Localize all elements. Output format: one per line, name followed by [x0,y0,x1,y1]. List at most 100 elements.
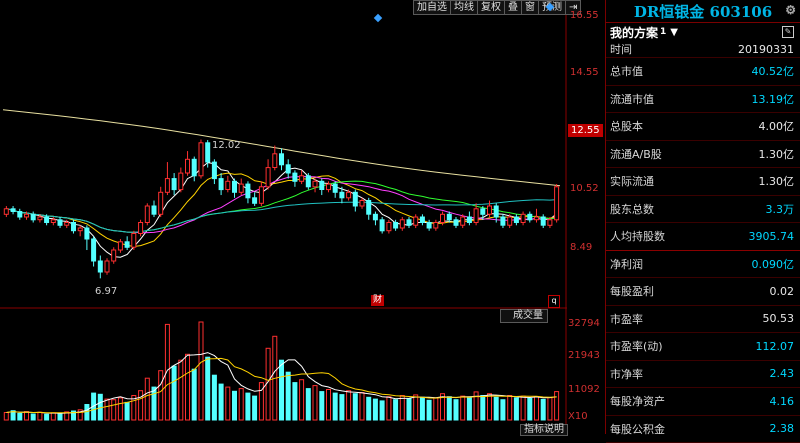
candle-body [353,192,357,206]
volume-bar [58,414,62,420]
volume-bar [420,397,424,420]
candle-body [266,168,270,187]
candle-body [45,217,49,223]
info-row: 每股公积金2.38 [606,416,800,443]
price-axis-label: 8.49 [570,242,592,253]
volume-bar [206,357,210,420]
scheme-selector[interactable]: 我的方案 1 ▼ ✎ [606,23,800,41]
info-row: 股东总数3.3万 [606,196,800,224]
stock-title: DR恒银金 603106 ⚙ [606,0,800,23]
info-row: 市净率2.43 [606,361,800,389]
volume-bar [521,396,525,420]
volume-bar [414,395,418,420]
volume-bar [548,398,552,420]
candle-body [387,223,391,231]
edit-icon[interactable]: ✎ [782,26,794,38]
indicator-help-button[interactable]: 指标说明 [520,424,568,436]
volume-axis-label: 11092 [568,384,600,395]
candle-body [514,217,518,223]
candle-body [212,162,216,179]
candle-body [488,206,492,214]
candle-body [179,173,183,190]
candle-body [246,184,250,198]
kline-chart-area[interactable]: 加自选 均线 复权 叠 窗 预测 ⇥ 16.55 14.55 12.55 10.… [0,0,605,434]
info-row-value: 3905.74 [749,230,795,243]
candle-body [206,143,210,162]
volume-bar [514,398,518,420]
scheme-label: 我的方案 [610,24,658,41]
adjust-price-button[interactable]: 复权 [477,0,504,15]
volume-bar [159,371,163,420]
candle-body [320,181,324,189]
info-row-value: 0.090亿 [752,256,795,272]
candle-body [555,187,559,220]
info-row-value: 2.43 [770,367,795,380]
volume-bar [199,322,203,420]
info-row: 市盈率50.53 [606,306,800,334]
volume-bar [454,400,458,420]
candle-body [541,217,545,225]
candle-body [239,184,243,192]
volume-bar [313,386,317,420]
candle-body [78,228,82,231]
candle-body [92,239,96,261]
q-marker-icon[interactable]: q [548,295,560,308]
candle-body [98,261,102,272]
candle-body [152,206,156,214]
info-row: 流通市值13.19亿 [606,86,800,114]
candle-body [327,184,331,190]
add-favorite-button[interactable]: 加自选 [413,0,450,15]
low-point-label: 6.97 [95,286,117,297]
info-row-label: 流通A/B股 [610,146,662,162]
volume-bar [4,413,8,421]
info-row-label: 时间 [610,41,632,57]
volume-bar [179,360,183,420]
volume-bar [467,397,471,420]
info-row: 实际流通1.30亿 [606,168,800,196]
candle-body [474,209,478,223]
caret-down-icon[interactable]: ▼ [670,27,678,38]
volume-bar [152,387,156,420]
candle-body [219,179,223,190]
candle-body [521,214,525,222]
info-row: 总市值40.52亿 [606,58,800,86]
info-row-value: 112.07 [756,340,795,353]
candle-body [280,154,284,165]
overlay-button[interactable]: 叠 [504,0,521,15]
volume-bar [407,399,411,421]
candle-body [447,214,451,220]
info-row: 市盈率(动)112.07 [606,333,800,361]
kline-chart-svg[interactable] [0,0,605,434]
gear-icon[interactable]: ⚙ [785,3,796,17]
candle-body [25,214,29,217]
volume-bar [367,397,371,420]
volume-bars-group [4,322,558,420]
candle-body [508,217,512,225]
info-row-label: 实际流通 [610,173,654,189]
scheme-number: 1 [660,27,666,37]
candle-body [11,209,15,212]
volume-bar [508,396,512,421]
volume-indicator-button[interactable]: 成交量 [500,309,548,323]
moving-average-button[interactable]: 均线 [450,0,477,15]
volume-bar [239,389,243,420]
candles-group [4,140,558,279]
price-axis-label: 14.55 [570,67,599,78]
window-button[interactable]: 窗 [521,0,538,15]
candle-body [172,179,176,190]
chart-toolbar: 加自选 均线 复权 叠 窗 预测 ⇥ [413,0,581,15]
info-row-label: 每股公积金 [610,421,665,437]
info-row-label: 每股盈利 [610,283,654,299]
candle-body [313,181,317,187]
candle-body [367,201,371,215]
volume-axis-label: X10 [568,411,588,422]
candle-body [139,223,143,234]
candle-body [528,214,532,220]
candle-body [420,217,424,223]
info-row-label: 人均持股数 [610,228,665,244]
candle-body [125,242,129,248]
candle-body [105,261,109,272]
candle-body [31,214,35,220]
financial-report-icon[interactable]: 财 [371,295,384,306]
candle-body [273,154,277,168]
